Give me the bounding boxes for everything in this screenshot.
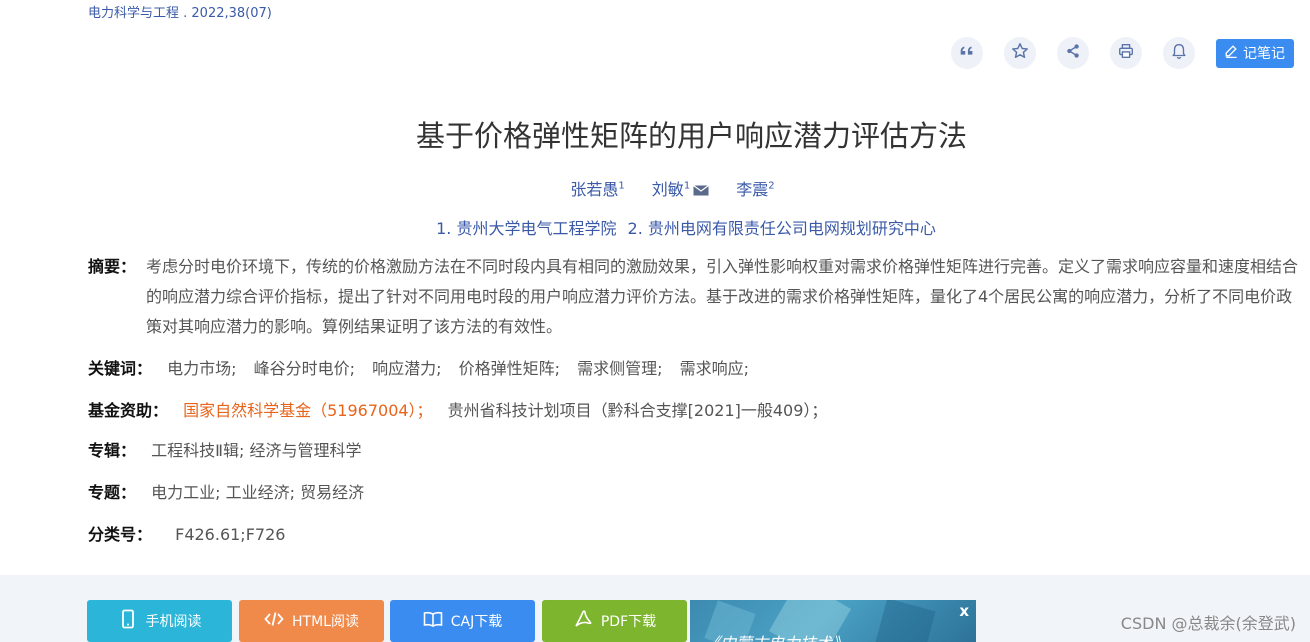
bell-icon: [1170, 42, 1188, 64]
keyword-link[interactable]: 电力市场;: [167, 359, 236, 378]
keyword-link[interactable]: 价格弹性矩阵;: [459, 359, 560, 378]
print-button[interactable]: [1110, 37, 1142, 69]
book-icon: [423, 609, 443, 633]
mobile-read-button[interactable]: 手机阅读: [87, 600, 232, 642]
author-link[interactable]: 李震2: [736, 180, 774, 199]
html-read-button[interactable]: HTML阅读: [239, 600, 384, 642]
abstract-text: 考虑分时电价环境下，传统的价格激励方法在不同时段内具有相同的激励效果，引入弹性影…: [146, 257, 1299, 336]
album-section: 专辑： 工程科技Ⅱ辑; 经济与管理科学: [88, 436, 361, 466]
share-button[interactable]: [1057, 37, 1089, 69]
keywords-label: 关键词：: [88, 359, 153, 378]
cite-button[interactable]: [951, 37, 983, 69]
pdf-download-label: PDF下载: [600, 614, 657, 630]
topic-value: 电力工业; 工业经济; 贸易经济: [151, 483, 365, 502]
funding-label: 基金资助：: [88, 401, 169, 420]
affiliation-link[interactable]: 2. 贵州电网有限责任公司电网规划研究中心: [628, 219, 936, 238]
code-icon: [264, 609, 284, 633]
watermark: CSDN @总裁余(余登武): [1120, 614, 1296, 633]
keyword-link[interactable]: 响应潜力;: [372, 359, 441, 378]
author-link[interactable]: 张若愚1: [570, 180, 624, 199]
article-title: 基于价格弹性矩阵的用户响应潜力评估方法: [415, 119, 967, 153]
keywords-section: 关键词： 电力市场; 峰谷分时电价; 响应潜力; 价格弹性矩阵; 需求侧管理; …: [88, 354, 761, 384]
cite-icon: [958, 42, 976, 64]
classification-label: 分类号：: [88, 525, 153, 544]
affiliation-list: 1. 贵州大学电气工程学院 2. 贵州电网有限责任公司电网规划研究中心: [0, 215, 1310, 239]
take-note-button[interactable]: 记笔记: [1216, 38, 1294, 68]
album-label: 专辑：: [88, 441, 137, 460]
caj-download-button[interactable]: CAJ下载: [390, 600, 535, 642]
pdf-download-button[interactable]: PDF下载: [542, 600, 687, 642]
subscribe-button[interactable]: [1163, 37, 1195, 69]
article-toolbar: 记笔记: [951, 37, 1294, 69]
pdf-icon: [573, 609, 593, 633]
abstract-section: 摘要： 考虑分时电价环境下，传统的价格激励方法在不同时段内具有相同的激励效果，引…: [88, 252, 1300, 342]
ad-banner[interactable]: 《内蒙古电力技术》 x: [690, 600, 976, 642]
author-link[interactable]: 刘敏1: [652, 180, 710, 200]
topic-label: 专题：: [88, 483, 137, 502]
topic-section: 专题： 电力工业; 工业经济; 贸易经济: [88, 478, 364, 508]
caj-download-label: CAJ下载: [450, 614, 503, 630]
share-icon: [1064, 42, 1082, 64]
star-icon: [1011, 42, 1029, 64]
affiliation-link[interactable]: 1. 贵州大学电气工程学院: [436, 219, 616, 238]
abstract-label: 摘要：: [88, 257, 137, 276]
journal-source[interactable]: 电力科学与工程 . 2022,38(07): [88, 2, 272, 21]
close-icon[interactable]: x: [959, 602, 969, 620]
funding-link[interactable]: 贵州省科技计划项目（黔科合支撑[2021]一般409）；: [448, 401, 828, 420]
html-read-label: HTML阅读: [292, 614, 359, 630]
keyword-link[interactable]: 峰谷分时电价;: [254, 359, 355, 378]
print-icon: [1117, 42, 1135, 64]
mobile-read-label: 手机阅读: [145, 614, 202, 630]
mail-icon[interactable]: [693, 181, 710, 200]
take-note-label: 记笔记: [1243, 46, 1285, 62]
funding-section: 基金资助： 国家自然科学基金（51967004）； 贵州省科技计划项目（黔科合支…: [88, 396, 827, 426]
album-value: 工程科技Ⅱ辑; 经济与管理科学: [151, 441, 362, 460]
phone-icon: [118, 609, 138, 633]
favorite-button[interactable]: [1004, 37, 1036, 69]
keyword-link[interactable]: 需求侧管理;: [577, 359, 662, 378]
banner-text: 《内蒙古电力技术》: [704, 630, 848, 642]
keyword-link[interactable]: 需求响应;: [680, 359, 749, 378]
classification-value: F426.61;F726: [175, 525, 286, 544]
pencil-icon: [1223, 43, 1239, 63]
classification-section: 分类号： F426.61;F726: [88, 520, 285, 550]
author-list: 张若愚1 刘敏1 李震2: [0, 176, 1310, 200]
funding-link[interactable]: 国家自然科学基金（51967004）；: [183, 401, 432, 420]
